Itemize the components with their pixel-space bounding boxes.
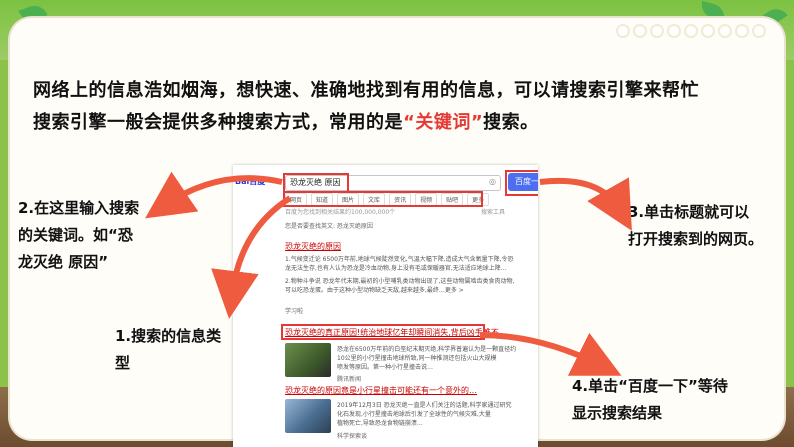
annotation-arrows bbox=[145, 171, 632, 376]
arrow-to-title-tip bbox=[539, 177, 632, 231]
arrow-to-tabs bbox=[211, 195, 292, 319]
arrow-to-wait-tip bbox=[479, 332, 622, 376]
arrow-to-input bbox=[145, 171, 283, 219]
